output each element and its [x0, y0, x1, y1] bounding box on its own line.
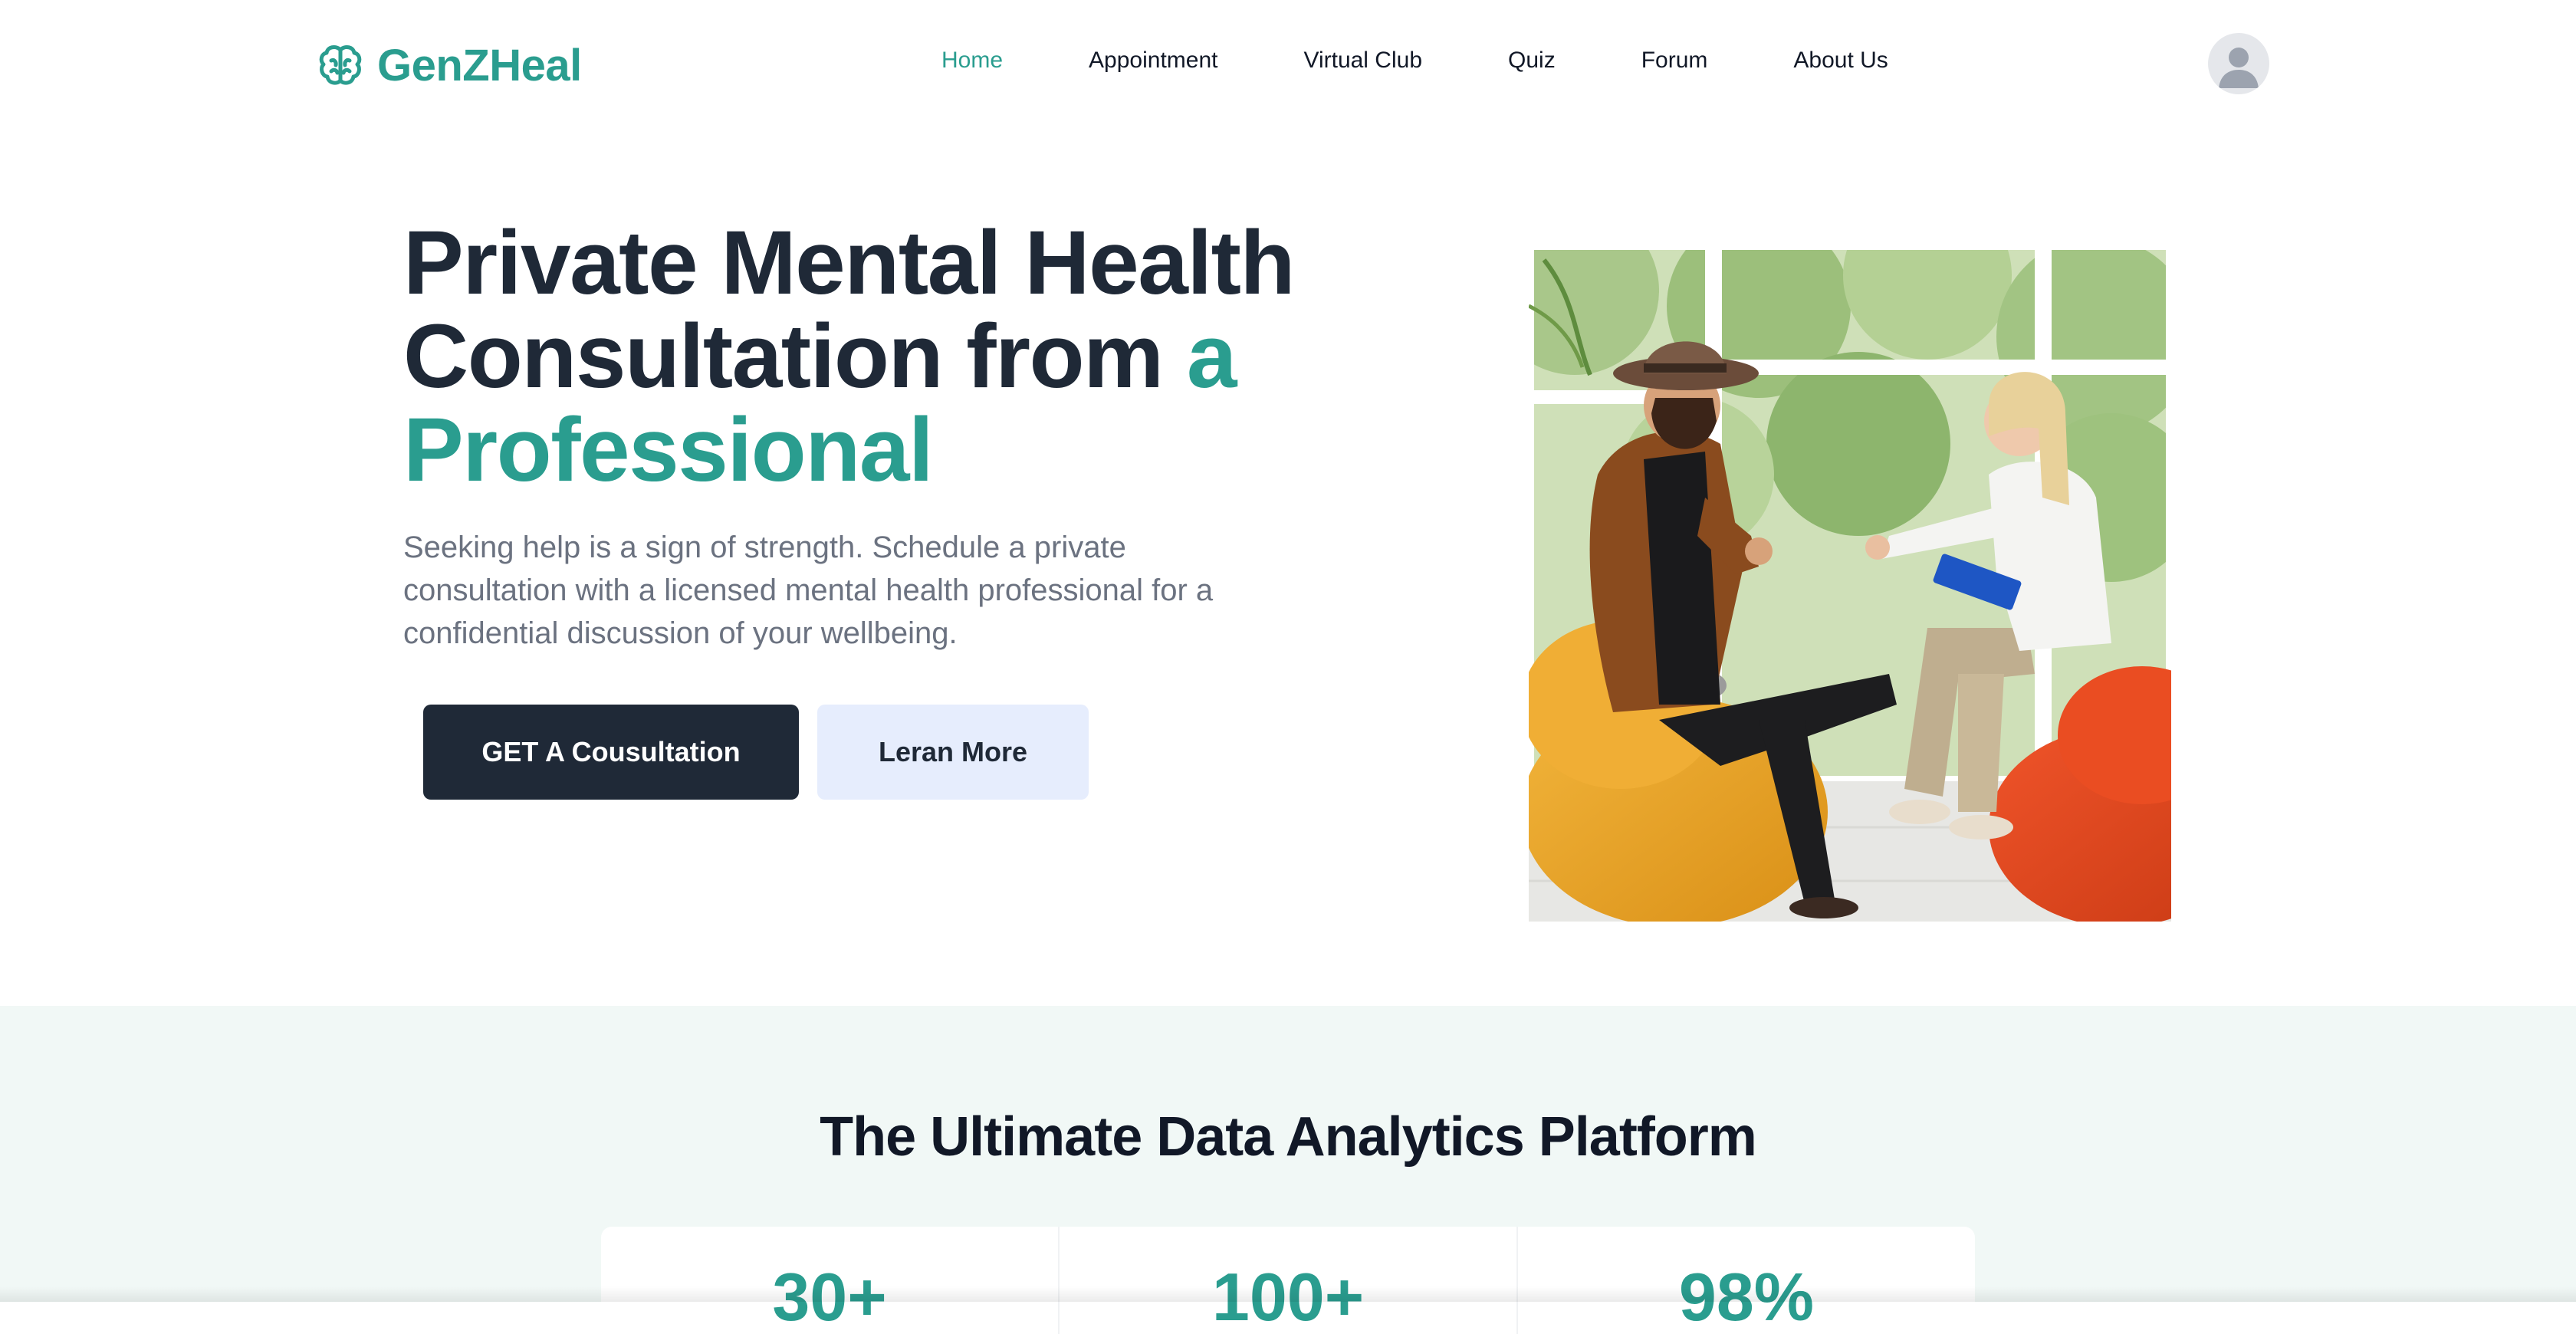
hero-photo [1529, 245, 2171, 922]
learn-more-button[interactable]: Leran More [817, 705, 1089, 800]
brain-icon [319, 45, 362, 85]
nav-about-us[interactable]: About Us [1793, 48, 1888, 74]
stats-title: The Ultimate Data Analytics Platform [820, 1106, 1757, 1168]
hero-title: Private Mental Health Consultation from … [403, 216, 1400, 497]
get-consultation-button[interactable]: GET A Cousultation [423, 705, 799, 800]
stats-section: The Ultimate Data Analytics Platform 30+… [0, 1006, 2576, 1334]
stat-card: 98% [1518, 1227, 1975, 1334]
nav-home[interactable]: Home [941, 48, 1003, 74]
page-bottom-shadow [0, 1286, 2576, 1302]
main-nav: Home Appointment Virtual Club Quiz Forum… [941, 48, 1888, 74]
nav-appointment[interactable]: Appointment [1089, 48, 1217, 74]
hero-description: Seeking help is a sign of strength. Sche… [403, 531, 1214, 650]
stat-card: 100+ [1060, 1227, 1518, 1334]
brand-name: GenZHeal [377, 40, 582, 90]
stats-cards: 30+ 100+ 98% [601, 1227, 1975, 1334]
stat-card: 30+ [601, 1227, 1060, 1334]
hero-title-main: Private Mental Health Consultation from [403, 212, 1295, 407]
brand-logo[interactable]: GenZHeal [317, 38, 582, 92]
user-avatar-icon[interactable] [2208, 33, 2269, 94]
navbar: GenZHeal Home Appointment Virtual Club Q… [0, 0, 2576, 130]
person-icon [2219, 48, 2259, 88]
nav-virtual-club[interactable]: Virtual Club [1303, 48, 1422, 74]
nav-forum[interactable]: Forum [1641, 48, 1708, 74]
therapy-session-illustration [1529, 245, 2171, 922]
nav-quiz[interactable]: Quiz [1508, 48, 1556, 74]
